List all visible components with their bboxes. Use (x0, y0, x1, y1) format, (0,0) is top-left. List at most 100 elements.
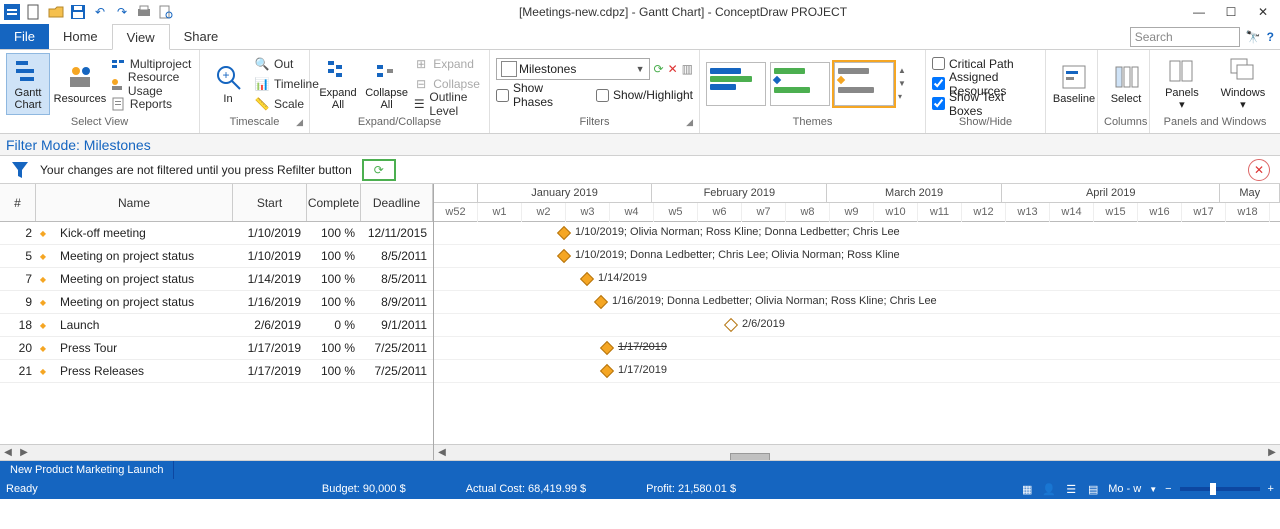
table-row[interactable]: 9Meeting on project status1/16/2019100 %… (0, 291, 433, 314)
col-start[interactable]: Start (233, 184, 307, 221)
month-header: April 2019 (1002, 184, 1220, 202)
undo-icon[interactable]: ↶ (92, 4, 108, 20)
tab-view[interactable]: View (112, 24, 170, 50)
col-complete[interactable]: Complete (307, 184, 361, 221)
theme-up-icon[interactable]: ▲ (898, 66, 906, 75)
zoom-slider[interactable] (1180, 487, 1260, 491)
status-icon-1[interactable]: ▦ (1020, 482, 1034, 496)
doc-tab[interactable]: New Product Marketing Launch (0, 461, 174, 479)
milestone-label: 2/6/2019 (742, 318, 785, 330)
table-row[interactable]: 20Press Tour1/17/2019100 %7/25/2011 (0, 337, 433, 360)
gantt-row: 2/6/2019 (434, 314, 1280, 337)
month-header: March 2019 (827, 184, 1002, 202)
select-columns-button[interactable]: Select (1104, 53, 1148, 115)
theme-1[interactable] (706, 62, 766, 106)
milestone-label: 1/17/2019 (618, 364, 667, 376)
binoculars-icon[interactable]: 🔭 (1246, 30, 1261, 44)
print-icon[interactable] (136, 4, 152, 20)
resources-button[interactable]: Resources (54, 53, 106, 115)
status-ready: Ready (6, 483, 38, 495)
zoom-dropdown-icon[interactable]: ▼ (1149, 485, 1157, 494)
save-icon[interactable] (70, 4, 86, 20)
redo-icon[interactable]: ↷ (114, 4, 130, 20)
windows-button[interactable]: Windows ▾ (1212, 53, 1274, 115)
panels-button[interactable]: Panels ▾ (1156, 53, 1208, 115)
close-button[interactable]: ✕ (1256, 5, 1270, 19)
table-row[interactable]: 7Meeting on project status1/14/2019100 %… (0, 268, 433, 291)
milestone-icon[interactable] (600, 341, 614, 355)
zoom-in-button[interactable]: + In (206, 53, 250, 115)
status-icon-3[interactable]: ☰ (1064, 482, 1078, 496)
theme-more-icon[interactable]: ▾ (898, 92, 906, 101)
table-row[interactable]: 21Press Releases1/17/2019100 %7/25/2011 (0, 360, 433, 383)
status-profit: Profit: 21,580.01 $ (646, 483, 736, 495)
minimize-button[interactable]: — (1192, 5, 1206, 19)
grid-hscroll[interactable]: ◀▶ (0, 444, 433, 460)
table-row[interactable]: 5Meeting on project status1/10/2019100 %… (0, 245, 433, 268)
week-header: w6 (698, 203, 742, 222)
gantt-row: 1/17/2019 (434, 337, 1280, 360)
clear-filter-icon[interactable]: ✕ (668, 62, 678, 76)
titlebar: ↶ ↷ [Meetings-new.cdpz] - Gantt Chart] -… (0, 0, 1280, 24)
status-bar: Ready Budget: 90,000 $ Actual Cost: 68,4… (0, 479, 1280, 499)
col-num[interactable]: # (0, 184, 36, 221)
week-header: w10 (874, 203, 918, 222)
resource-usage-button[interactable]: Resource Usage (110, 75, 193, 93)
new-filter-icon[interactable]: ▥ (682, 62, 693, 76)
close-filter-button[interactable]: ✕ (1248, 159, 1270, 181)
gantt-row: 1/14/2019 (434, 268, 1280, 291)
expand-button[interactable]: ⊞Expand (413, 55, 483, 73)
expand-all-button[interactable]: ExpandAll (316, 53, 360, 115)
col-name[interactable]: Name (36, 184, 233, 221)
week-header: w7 (742, 203, 786, 222)
week-header: w8 (786, 203, 830, 222)
col-deadline[interactable]: Deadline (361, 184, 433, 221)
status-budget: Budget: 90,000 $ (322, 483, 406, 495)
theme-down-icon[interactable]: ▼ (898, 79, 906, 88)
milestone-icon[interactable] (580, 272, 594, 286)
table-row[interactable]: 18Launch2/6/20190 %9/1/2011 (0, 314, 433, 337)
milestone-icon[interactable] (557, 226, 571, 240)
timeline-hscroll[interactable]: ◀ ▶ (434, 444, 1280, 460)
search-input[interactable]: Search (1130, 27, 1240, 47)
tab-home[interactable]: Home (49, 24, 112, 49)
gantt-chart-button[interactable]: GanttChart (6, 53, 50, 115)
status-icon-2[interactable]: 👤 (1042, 482, 1056, 496)
milestone-icon[interactable] (600, 364, 614, 378)
milestone-icon[interactable] (594, 295, 608, 309)
refilter-button[interactable]: ⟳ (362, 159, 396, 181)
theme-2[interactable] (770, 62, 830, 106)
month-header: January 2019 (478, 184, 653, 202)
theme-3[interactable] (834, 62, 894, 106)
open-icon[interactable] (48, 4, 64, 20)
gantt-chart-label: GanttChart (15, 87, 42, 111)
reports-button[interactable]: Reports (110, 95, 193, 113)
tab-file[interactable]: File (0, 24, 49, 49)
zoom-out-icon[interactable]: − (1165, 483, 1171, 495)
milestone-icon[interactable] (557, 249, 571, 263)
zoom-in-icon[interactable]: + (1268, 483, 1274, 495)
help-icon[interactable]: ? (1267, 30, 1274, 44)
refilter-icon[interactable]: ⟳ (654, 62, 664, 76)
baseline-button[interactable]: Baseline (1052, 53, 1096, 115)
menu-tabs: File Home View Share Search 🔭 ? (0, 24, 1280, 50)
status-actual: Actual Cost: 68,419.99 $ (466, 483, 586, 495)
tab-share[interactable]: Share (170, 24, 233, 49)
outline-level-button[interactable]: ☰Outline Level (413, 95, 483, 113)
show-highlight-checkbox[interactable]: Show/Highlight (596, 86, 693, 104)
maximize-button[interactable]: ☐ (1224, 5, 1238, 19)
funnel-icon (10, 160, 30, 180)
new-icon[interactable] (26, 4, 42, 20)
preview-icon[interactable] (158, 4, 174, 20)
week-header: w3 (566, 203, 610, 222)
table-row[interactable]: 2Kick-off meeting1/10/2019100 %12/11/201… (0, 222, 433, 245)
filter-combo[interactable]: Milestones▼ (496, 58, 650, 80)
gantt-timeline: January 2019February 2019March 2019April… (434, 184, 1280, 460)
show-text-boxes-checkbox[interactable]: Show Text Boxes (932, 95, 1039, 113)
collapse-all-button[interactable]: CollapseAll (364, 53, 409, 115)
week-header: w16 (1138, 203, 1182, 222)
milestone-icon[interactable] (724, 318, 738, 332)
app-icon (4, 4, 20, 20)
status-icon-4[interactable]: ▤ (1086, 482, 1100, 496)
show-phases-checkbox[interactable]: Show Phases (496, 86, 586, 104)
